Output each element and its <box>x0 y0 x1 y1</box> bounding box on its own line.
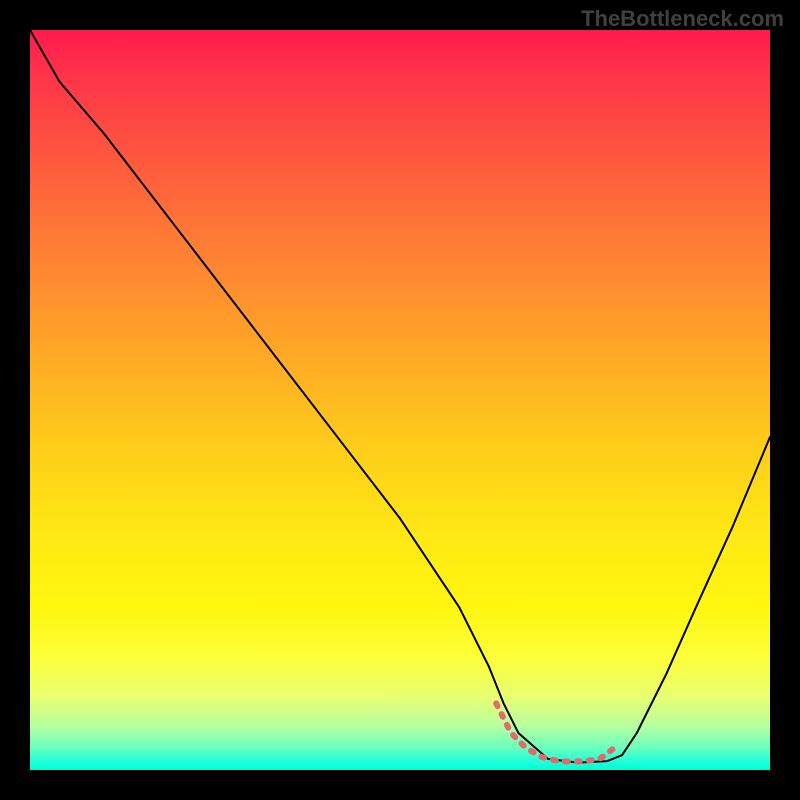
watermark-text: TheBottleneck.com <box>581 6 784 32</box>
highlight-segment <box>496 703 614 762</box>
plot-area <box>30 30 770 770</box>
curve-svg <box>30 30 770 770</box>
chart-container: TheBottleneck.com <box>0 0 800 800</box>
main-curve <box>30 30 770 763</box>
